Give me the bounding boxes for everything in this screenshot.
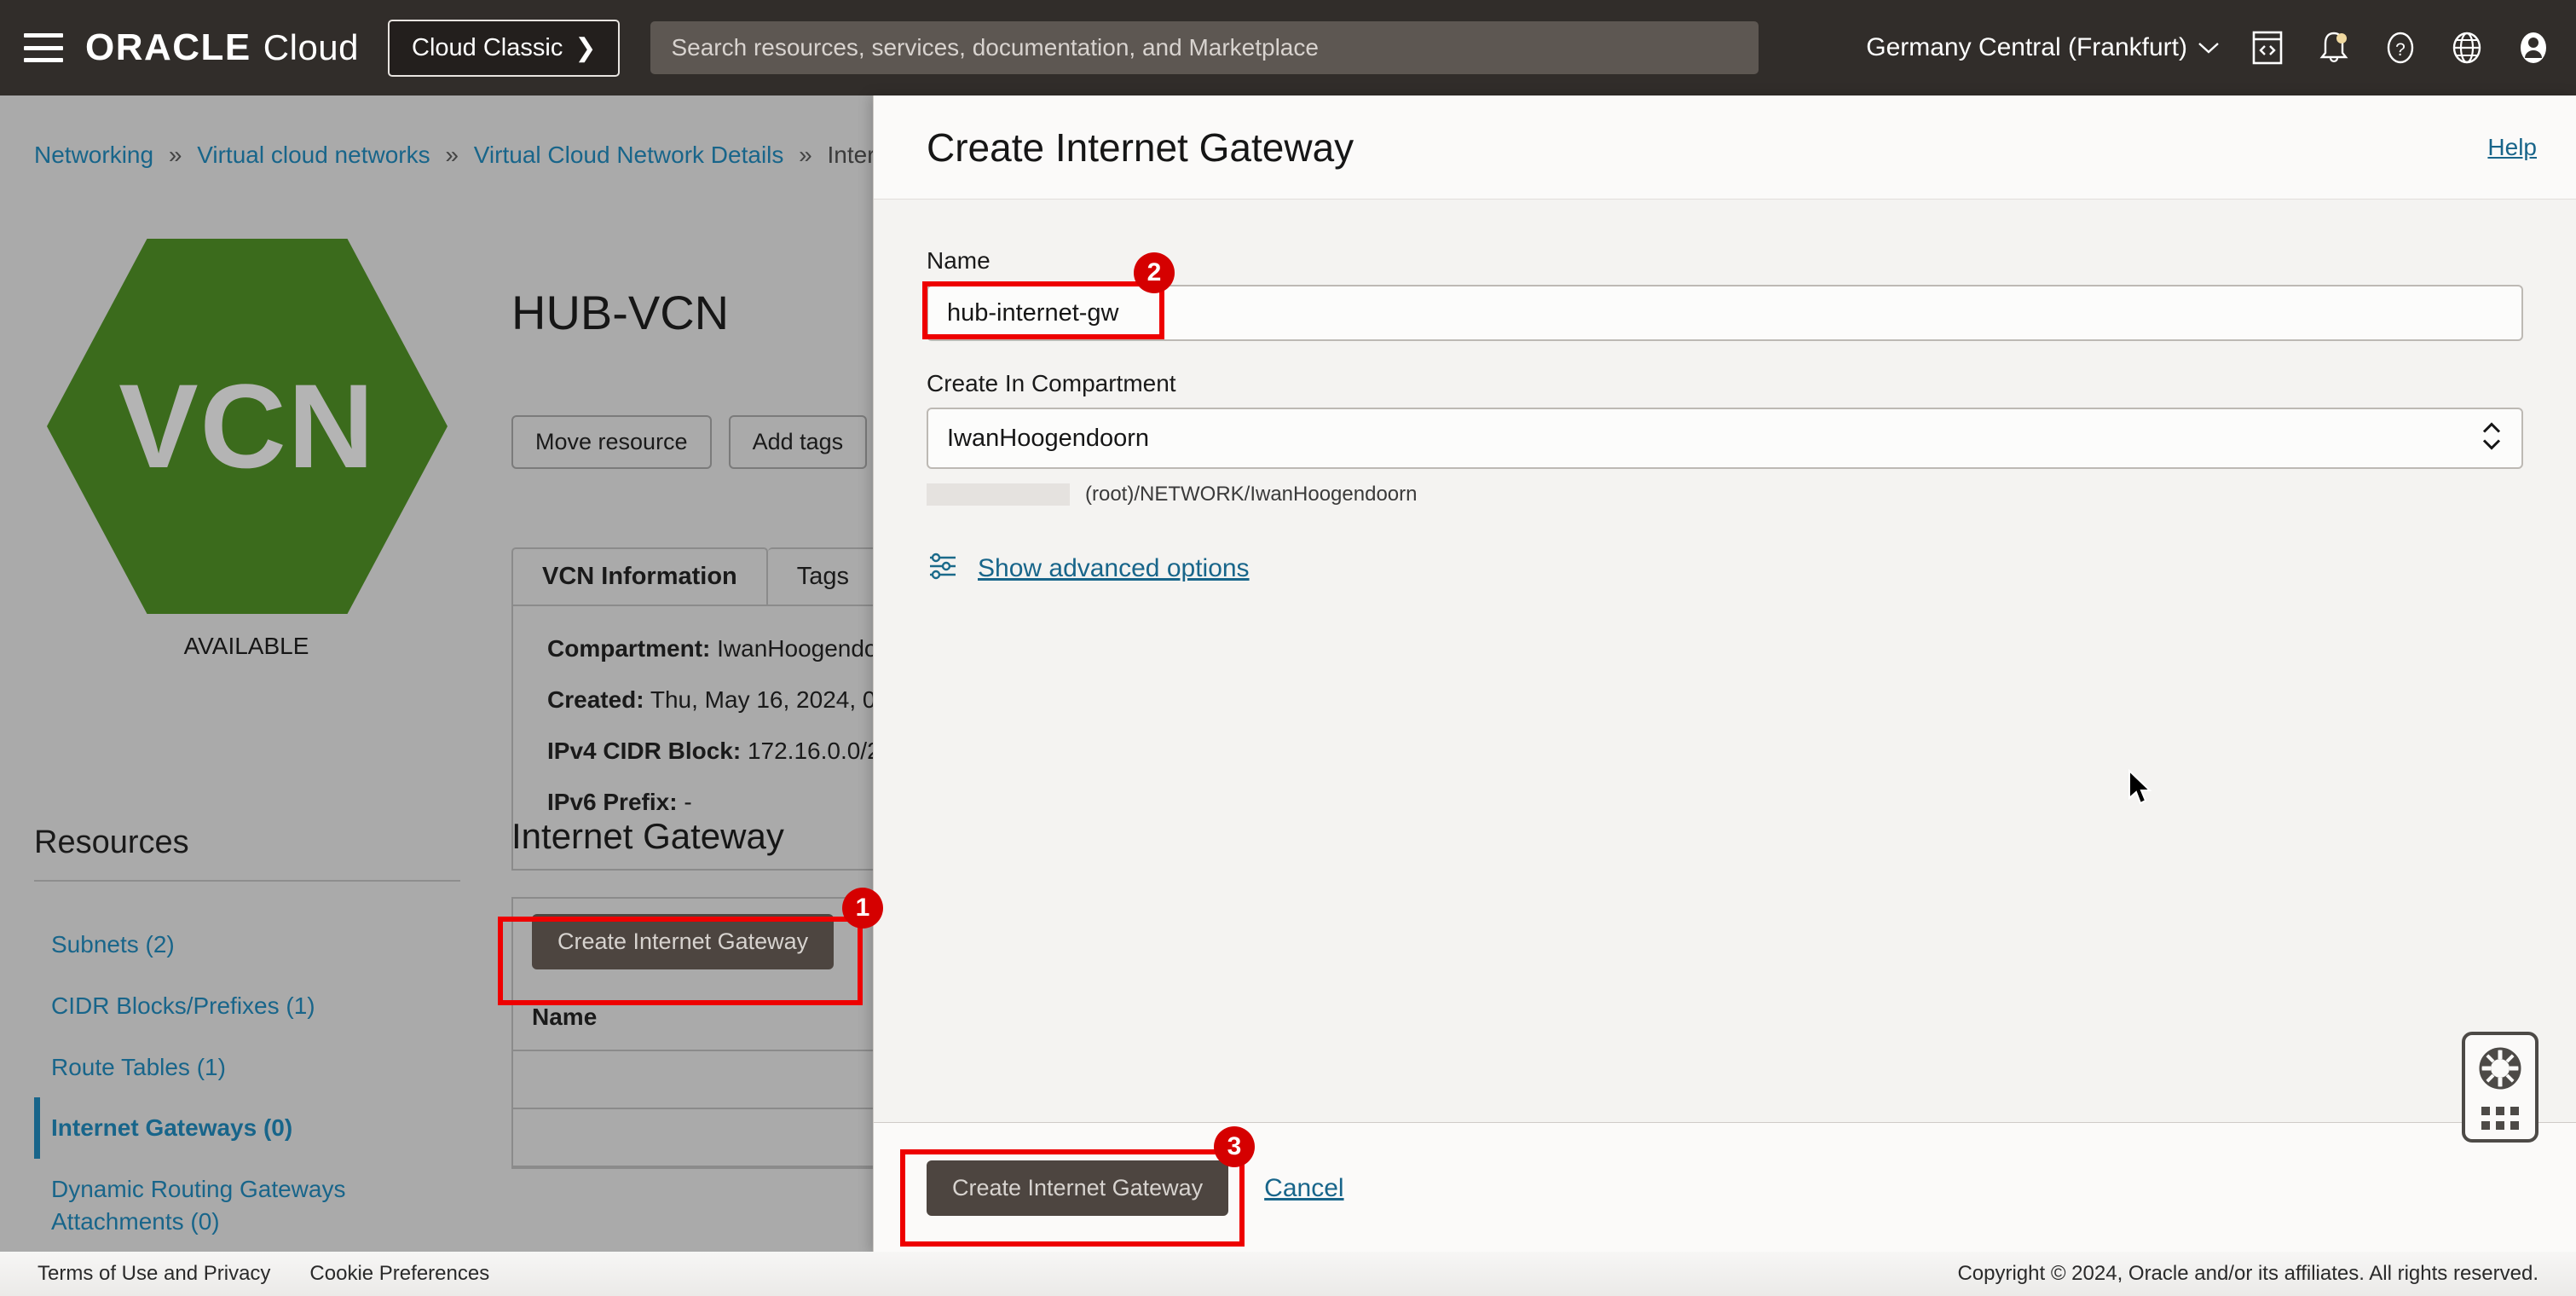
chevron-down-icon xyxy=(2198,43,2219,54)
breadcrumb-item-vcn-details[interactable]: Virtual Cloud Network Details xyxy=(474,142,784,168)
copyright-text: Copyright © 2024, Oracle and/or its affi… xyxy=(1957,1262,2538,1285)
tab-tags[interactable]: Tags xyxy=(767,547,881,605)
cloud-classic-button[interactable]: Cloud Classic ❯ xyxy=(388,19,621,77)
info-label-compartment: Compartment: xyxy=(547,635,711,662)
breadcrumb-item-virtual-cloud-networks[interactable]: Virtual cloud networks xyxy=(197,142,430,168)
help-widget[interactable] xyxy=(2462,1032,2538,1143)
sidebar-item-cidr-blocks[interactable]: CIDR Blocks/Prefixes (1) xyxy=(34,975,477,1037)
chevron-updown-icon xyxy=(2479,418,2504,460)
notifications-bell-icon[interactable] xyxy=(2315,29,2353,67)
table-row[interactable] xyxy=(513,1051,910,1109)
compartment-select[interactable]: IwanHoogendoorn xyxy=(927,408,2523,469)
panel-footer: Create Internet Gateway Cancel xyxy=(874,1122,2576,1253)
compartment-path-text: (root)/NETWORK/IwanHoogendoorn xyxy=(1085,483,1418,506)
global-header: ORACLE Cloud Cloud Classic ❯ Germany Cen… xyxy=(0,0,2576,95)
internet-gateway-section-title: Internet Gateway xyxy=(511,816,784,856)
sliders-icon xyxy=(927,551,959,586)
resources-list: Subnets (2) CIDR Blocks/Prefixes (1) Rou… xyxy=(34,914,477,1253)
panel-body: Name Create In Compartment IwanHoogendoo… xyxy=(874,200,2576,1122)
search-input[interactable] xyxy=(650,21,1759,74)
annotation-number-1: 1 xyxy=(842,888,883,929)
code-editor-icon[interactable] xyxy=(2249,29,2286,67)
table-row[interactable] xyxy=(513,1109,910,1167)
annotation-number-2: 2 xyxy=(1134,252,1175,293)
status-badge: AVAILABLE xyxy=(183,633,309,659)
cloud-wordmark: Cloud xyxy=(263,27,360,67)
tab-vcn-information[interactable]: VCN Information xyxy=(511,547,768,605)
breadcrumb-item-networking[interactable]: Networking xyxy=(34,142,153,168)
info-value-compartment: IwanHoogendo xyxy=(717,635,878,662)
move-resource-button[interactable]: Move resource xyxy=(511,415,712,469)
info-label-ipv6-prefix: IPv6 Prefix: xyxy=(547,789,678,815)
panel-title: Create Internet Gateway xyxy=(927,124,1354,170)
lifesaver-icon xyxy=(2476,1044,2524,1096)
sidebar-item-subnets[interactable]: Subnets (2) xyxy=(34,914,477,975)
drag-dots-handle[interactable] xyxy=(2481,1107,2519,1130)
hamburger-menu-icon[interactable] xyxy=(24,33,63,62)
internet-gateway-table: Name xyxy=(511,985,912,1169)
cancel-link[interactable]: Cancel xyxy=(1264,1174,1343,1203)
info-value-ipv6-prefix: - xyxy=(684,789,692,815)
breadcrumb-separator: » xyxy=(445,142,459,168)
oracle-wordmark: ORACLE xyxy=(85,26,251,68)
info-label-ipv4-cidr: IPv4 CIDR Block: xyxy=(547,738,742,764)
create-internet-gateway-button[interactable]: Create Internet Gateway xyxy=(532,914,835,969)
sidebar-item-internet-gateways[interactable]: Internet Gateways (0) xyxy=(34,1097,477,1160)
compartment-path-placeholder-block xyxy=(927,483,1070,506)
submit-create-internet-gateway-button[interactable]: Create Internet Gateway xyxy=(927,1160,1229,1216)
page-footer: Terms of Use and Privacy Cookie Preferen… xyxy=(0,1252,2576,1296)
svg-text:?: ? xyxy=(2395,40,2406,60)
vcn-hexagon-icon: VCN xyxy=(47,239,448,614)
language-globe-icon[interactable] xyxy=(2448,29,2486,67)
oracle-cloud-logo[interactable]: ORACLE Cloud xyxy=(85,26,359,69)
sidebar-item-route-tables[interactable]: Route Tables (1) xyxy=(34,1037,477,1098)
region-label: Germany Central (Frankfurt) xyxy=(1866,33,2187,61)
help-question-icon[interactable]: ? xyxy=(2382,29,2419,67)
table-header-name: Name xyxy=(513,985,910,1051)
terms-link[interactable]: Terms of Use and Privacy xyxy=(38,1262,270,1286)
chevron-right-icon: ❯ xyxy=(575,33,597,62)
compartment-field-label: Create In Compartment xyxy=(927,370,1176,396)
compartment-select-value: IwanHoogendoorn xyxy=(947,424,1150,452)
breadcrumb-separator: » xyxy=(168,142,182,168)
resources-divider xyxy=(34,880,460,882)
left-column: VCN AVAILABLE xyxy=(0,223,493,667)
compartment-path-row: (root)/NETWORK/IwanHoogendoorn xyxy=(927,483,2523,506)
name-input[interactable] xyxy=(927,285,2523,341)
info-label-created: Created: xyxy=(547,686,644,713)
app-root: ORACLE Cloud Cloud Classic ❯ Germany Cen… xyxy=(0,0,2576,1296)
user-avatar-icon[interactable] xyxy=(2515,29,2552,67)
breadcrumb: Networking » Virtual cloud networks » Vi… xyxy=(34,142,933,169)
cloud-classic-label: Cloud Classic xyxy=(412,33,563,61)
annotation-number-3: 3 xyxy=(1214,1126,1255,1167)
global-search xyxy=(650,21,1759,74)
panel-header: Create Internet Gateway Help xyxy=(874,95,2576,200)
show-advanced-options-row[interactable]: Show advanced options xyxy=(927,551,2523,586)
vcn-status-card: VCN AVAILABLE xyxy=(28,223,465,667)
footer-links: Terms of Use and Privacy Cookie Preferen… xyxy=(38,1262,489,1286)
cookie-preferences-link[interactable]: Cookie Preferences xyxy=(309,1262,489,1286)
header-actions: Germany Central (Frankfurt) ? xyxy=(1866,29,2552,67)
info-value-ipv4-cidr: 172.16.0.0/2 xyxy=(747,738,881,764)
show-advanced-options-link[interactable]: Show advanced options xyxy=(978,554,1250,583)
breadcrumb-separator: » xyxy=(799,142,812,168)
resources-heading: Resources xyxy=(34,824,189,860)
create-internet-gateway-panel: Create Internet Gateway Help Name Create… xyxy=(873,95,2576,1253)
internet-gateway-panel: Create Internet Gateway Name xyxy=(511,897,912,1169)
info-value-created: Thu, May 16, 2024, 0 xyxy=(650,686,876,713)
vcn-hexagon-label: VCN xyxy=(118,359,376,493)
sidebar-item-drg-attachments[interactable]: Dynamic Routing Gateways Attachments (0) xyxy=(34,1159,477,1253)
add-tags-button[interactable]: Add tags xyxy=(728,415,868,469)
region-selector[interactable]: Germany Central (Frankfurt) xyxy=(1866,33,2220,62)
panel-help-link[interactable]: Help xyxy=(2487,134,2537,161)
compartment-select-wrap: IwanHoogendoorn xyxy=(927,408,2523,469)
